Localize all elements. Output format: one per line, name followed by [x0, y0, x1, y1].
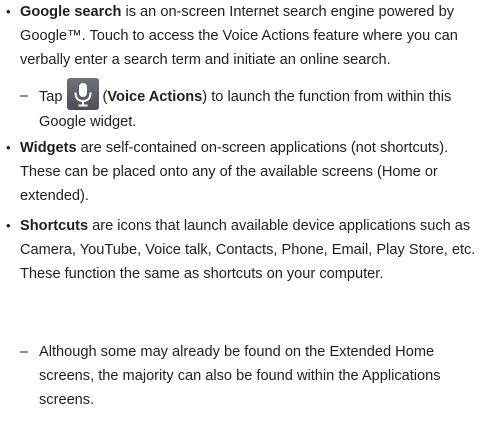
bullet-widgets: • Widgets are self-contained on-screen a…: [0, 136, 486, 208]
sub-text: Tap (Voice Actions) to launch the functio…: [20, 78, 486, 134]
bullet-text: Widgets are self-contained on-screen app…: [0, 136, 486, 208]
sub-item-voice-actions: – Tap (Voice Actions) to launch the funct…: [20, 78, 486, 134]
term-shortcuts: Shortcuts: [20, 218, 89, 234]
bullet-text: Google search is an on-screen Internet s…: [0, 0, 486, 72]
sub-dash: –: [20, 344, 29, 360]
bullet-dot: •: [6, 4, 11, 19]
bullet-text: Shortcuts are icons that launch availabl…: [0, 214, 486, 286]
bullet-dot: •: [6, 140, 11, 155]
microphone-icon: [66, 78, 99, 110]
voice-actions-label: Voice Actions: [107, 88, 203, 105]
sub-text: Although some may already be found on th…: [39, 344, 441, 408]
sub-item-extended-home: – Although some may already be found on …: [20, 340, 486, 412]
manual-page: • Google search is an on-screen Internet…: [0, 0, 488, 437]
term-google-search: Google search: [20, 4, 122, 20]
sub-dash: –: [20, 88, 29, 104]
sub-suffix-text: to launch the function from within this …: [39, 88, 452, 130]
shortcuts-description: are icons that launch available device a…: [20, 218, 476, 282]
term-widgets: Widgets: [20, 140, 77, 156]
tap-label: Tap: [39, 88, 63, 105]
bullet-dot: •: [6, 218, 11, 233]
widgets-description: are self-contained on-screen application…: [20, 140, 449, 204]
bullet-google-search: • Google search is an on-screen Internet…: [0, 0, 486, 72]
bullet-shortcuts: • Shortcuts are icons that launch availa…: [0, 214, 486, 286]
